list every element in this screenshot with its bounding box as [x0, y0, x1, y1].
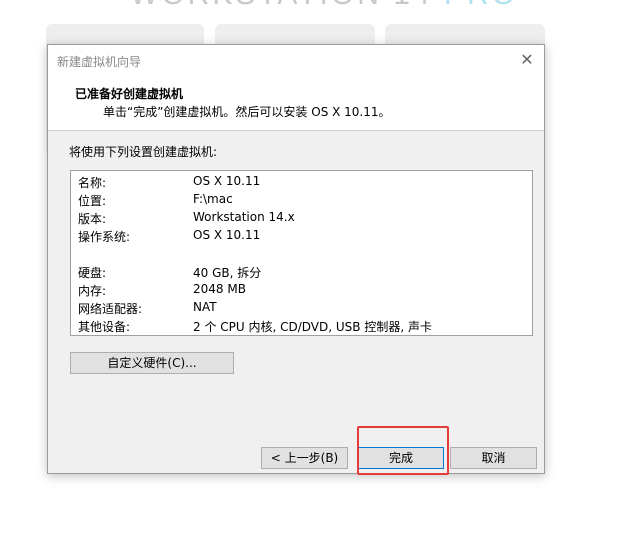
summary-key: 网络适配器: — [78, 302, 143, 316]
summary-value: NAT — [193, 300, 217, 314]
summary-value: 2 个 CPU 内核, CD/DVD, USB 控制器, 声卡 — [193, 320, 432, 334]
intro-text: 将使用下列设置创建虚拟机: — [69, 145, 218, 159]
summary-key: 操作系统: — [78, 230, 131, 244]
summary-key: 内存: — [78, 284, 107, 298]
screen: WORKSTATION 14 PRO 新建虚拟机向导 ✕ 已准备好创建虚拟机 单… — [0, 0, 626, 556]
dialog-titlebar: 新建虚拟机向导 ✕ — [48, 45, 544, 75]
settings-summary: 名称: OS X 10.11 位置: F:\mac 版本: Workstatio… — [70, 170, 533, 336]
header-title: 已准备好创建虚拟机 — [75, 87, 184, 101]
summary-value: 2048 MB — [193, 282, 246, 296]
background-brand: WORKSTATION 14 PRO — [130, 0, 518, 12]
summary-key: 名称: — [78, 176, 107, 190]
dialog-title: 新建虚拟机向导 — [57, 55, 142, 69]
summary-key: 其他设备: — [78, 320, 131, 334]
summary-value: OS X 10.11 — [193, 228, 261, 242]
summary-key: 版本: — [78, 212, 107, 226]
new-vm-wizard-dialog: 新建虚拟机向导 ✕ 已准备好创建虚拟机 单击“完成”创建虚拟机。然后可以安装 O… — [47, 44, 545, 474]
summary-key: 位置: — [78, 194, 107, 208]
dialog-header: 已准备好创建虚拟机 单击“完成”创建虚拟机。然后可以安装 OS X 10.11。 — [48, 75, 544, 131]
finish-button[interactable]: 完成 — [358, 447, 444, 469]
summary-value: Workstation 14.x — [193, 210, 295, 224]
close-icon[interactable]: ✕ — [516, 49, 538, 71]
background-brand-suffix: PRO — [444, 0, 518, 11]
customize-hardware-button[interactable]: 自定义硬件(C)... — [70, 352, 234, 374]
cancel-button[interactable]: 取消 — [450, 447, 537, 469]
summary-value: F:\mac — [193, 192, 233, 206]
summary-value: OS X 10.11 — [193, 174, 261, 188]
header-subtitle: 单击“完成”创建虚拟机。然后可以安装 OS X 10.11。 — [103, 105, 391, 119]
summary-key: 硬盘: — [78, 266, 107, 280]
background-brand-text: WORKSTATION 14 — [130, 0, 433, 11]
summary-value: 40 GB, 拆分 — [193, 266, 262, 280]
back-button[interactable]: < 上一步(B) — [261, 447, 348, 469]
